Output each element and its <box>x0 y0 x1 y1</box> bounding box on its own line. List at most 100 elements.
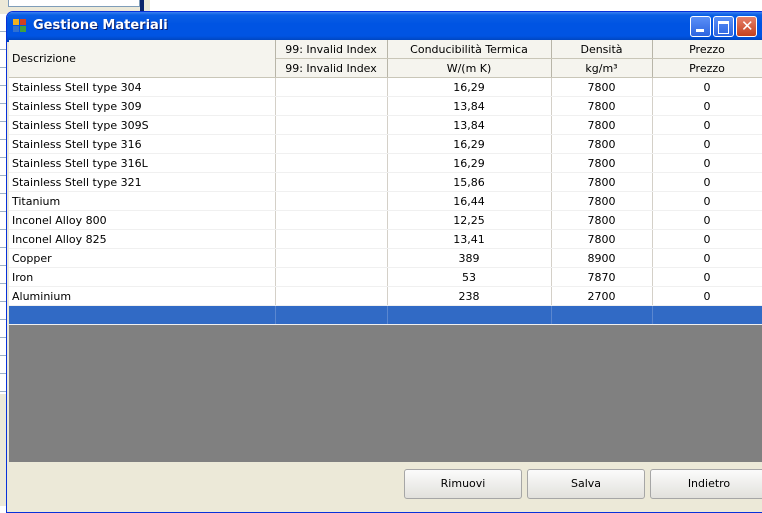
table-row[interactable]: Inconel Alloy 800 12,25 7800 0 <box>9 210 762 230</box>
cell-price[interactable]: 0 <box>652 286 762 306</box>
cell-price[interactable]: 0 <box>652 248 762 268</box>
cell-price[interactable]: 0 <box>652 267 762 287</box>
table-row[interactable]: Aluminium 238 2700 0 <box>9 286 762 306</box>
table-row[interactable]: Stainless Stell type 309 13,84 7800 0 <box>9 96 762 116</box>
cell-description[interactable]: Iron <box>9 267 276 287</box>
materials-table: Descrizione 99: Invalid Index Conducibil… <box>9 40 762 325</box>
table-row[interactable]: Stainless Stell type 309S 13,84 7800 0 <box>9 115 762 135</box>
cell-invalid-index[interactable] <box>275 172 388 192</box>
cell-invalid-index[interactable] <box>275 286 388 306</box>
save-button[interactable]: Salva <box>527 469 645 499</box>
new-row-selected[interactable] <box>9 305 762 325</box>
column-header-density[interactable]: Densità <box>551 40 653 59</box>
cell-conductivity[interactable]: 16,44 <box>387 191 552 211</box>
table-row[interactable]: Inconel Alloy 825 13,41 7800 0 <box>9 229 762 249</box>
table-row[interactable]: Iron 53 7870 0 <box>9 267 762 287</box>
cell-description[interactable]: Stainless Stell type 309S <box>9 115 276 135</box>
cell-price[interactable]: 0 <box>652 210 762 230</box>
table-row[interactable]: Titanium 16,44 7800 0 <box>9 191 762 211</box>
cell-description[interactable]: Stainless Stell type 304 <box>9 77 276 97</box>
new-row-cell[interactable] <box>275 305 388 325</box>
title-bar[interactable]: Gestione Materiali ✕ <box>7 12 762 42</box>
cell-density[interactable]: 7800 <box>551 191 653 211</box>
cell-invalid-index[interactable] <box>275 248 388 268</box>
column-header-description[interactable]: Descrizione <box>9 40 276 78</box>
cell-density[interactable]: 2700 <box>551 286 653 306</box>
materials-grid[interactable]: Descrizione 99: Invalid Index Conducibil… <box>9 40 762 462</box>
new-row-cell[interactable] <box>387 305 552 325</box>
cell-conductivity[interactable]: 16,29 <box>387 134 552 154</box>
cell-density[interactable]: 7800 <box>551 134 653 154</box>
cell-invalid-index[interactable] <box>275 77 388 97</box>
table-row[interactable]: Stainless Stell type 316L 16,29 7800 0 <box>9 153 762 173</box>
new-row-cell[interactable] <box>652 305 762 325</box>
cell-density[interactable]: 7870 <box>551 267 653 287</box>
cell-invalid-index[interactable] <box>275 229 388 249</box>
cell-conductivity[interactable]: 16,29 <box>387 77 552 97</box>
cell-conductivity[interactable]: 12,25 <box>387 210 552 230</box>
cell-conductivity[interactable]: 16,29 <box>387 153 552 173</box>
column-header-invalid-index[interactable]: 99: Invalid Index <box>275 40 388 59</box>
cell-conductivity[interactable]: 13,84 <box>387 96 552 116</box>
cell-price[interactable]: 0 <box>652 191 762 211</box>
cell-density[interactable]: 7800 <box>551 229 653 249</box>
cell-conductivity[interactable]: 238 <box>387 286 552 306</box>
minimize-button[interactable] <box>690 16 711 37</box>
remove-button[interactable]: Rimuovi <box>404 469 522 499</box>
cell-density[interactable]: 7800 <box>551 172 653 192</box>
column-header-conductivity[interactable]: Conducibilità Termica <box>387 40 552 59</box>
cell-description[interactable]: Stainless Stell type 309 <box>9 96 276 116</box>
cell-conductivity[interactable]: 13,41 <box>387 229 552 249</box>
cell-invalid-index[interactable] <box>275 153 388 173</box>
cell-invalid-index[interactable] <box>275 210 388 230</box>
maximize-button[interactable] <box>713 16 734 37</box>
column-subheader-price[interactable]: Prezzo <box>652 58 762 78</box>
cell-density[interactable]: 7800 <box>551 115 653 135</box>
new-row-cell[interactable] <box>9 305 276 325</box>
table-row[interactable]: Stainless Stell type 304 16,29 7800 0 <box>9 77 762 97</box>
cell-conductivity[interactable]: 15,86 <box>387 172 552 192</box>
cell-conductivity[interactable]: 389 <box>387 248 552 268</box>
table-row[interactable]: Copper 389 8900 0 <box>9 248 762 268</box>
close-button[interactable]: ✕ <box>736 16 757 37</box>
column-subheader-conductivity-unit[interactable]: W/(m K) <box>387 58 552 78</box>
cell-density[interactable]: 8900 <box>551 248 653 268</box>
cell-price[interactable]: 0 <box>652 153 762 173</box>
cell-price[interactable]: 0 <box>652 172 762 192</box>
column-subheader-density-unit[interactable]: kg/m³ <box>551 58 653 78</box>
cell-density[interactable]: 7800 <box>551 96 653 116</box>
maximize-icon <box>718 21 729 34</box>
cell-description[interactable]: Stainless Stell type 316L <box>9 153 276 173</box>
cell-invalid-index[interactable] <box>275 191 388 211</box>
cell-price[interactable]: 0 <box>652 77 762 97</box>
cell-density[interactable]: 7800 <box>551 153 653 173</box>
cell-description[interactable]: Stainless Stell type 316 <box>9 134 276 154</box>
back-button[interactable]: Indietro <box>650 469 762 499</box>
cell-density[interactable]: 7800 <box>551 210 653 230</box>
cell-invalid-index[interactable] <box>275 134 388 154</box>
cell-price[interactable]: 0 <box>652 229 762 249</box>
cell-conductivity[interactable]: 53 <box>387 267 552 287</box>
table-row[interactable]: Stainless Stell type 321 15,86 7800 0 <box>9 172 762 192</box>
window-title: Gestione Materiali <box>33 18 168 33</box>
cell-density[interactable]: 7800 <box>551 77 653 97</box>
minimize-icon <box>696 29 704 32</box>
cell-invalid-index[interactable] <box>275 96 388 116</box>
cell-conductivity[interactable]: 13,84 <box>387 115 552 135</box>
cell-invalid-index[interactable] <box>275 115 388 135</box>
cell-price[interactable]: 0 <box>652 96 762 116</box>
cell-description[interactable]: Aluminium <box>9 286 276 306</box>
new-row-cell[interactable] <box>551 305 653 325</box>
cell-price[interactable]: 0 <box>652 134 762 154</box>
cell-description[interactable]: Inconel Alloy 825 <box>9 229 276 249</box>
cell-description[interactable]: Inconel Alloy 800 <box>9 210 276 230</box>
table-row[interactable]: Stainless Stell type 316 16,29 7800 0 <box>9 134 762 154</box>
cell-invalid-index[interactable] <box>275 267 388 287</box>
cell-description[interactable]: Copper <box>9 248 276 268</box>
column-header-price[interactable]: Prezzo <box>652 40 762 59</box>
close-icon: ✕ <box>741 17 754 35</box>
column-subheader-invalid-index[interactable]: 99: Invalid Index <box>275 58 388 78</box>
cell-description[interactable]: Titanium <box>9 191 276 211</box>
cell-price[interactable]: 0 <box>652 115 762 135</box>
cell-description[interactable]: Stainless Stell type 321 <box>9 172 276 192</box>
